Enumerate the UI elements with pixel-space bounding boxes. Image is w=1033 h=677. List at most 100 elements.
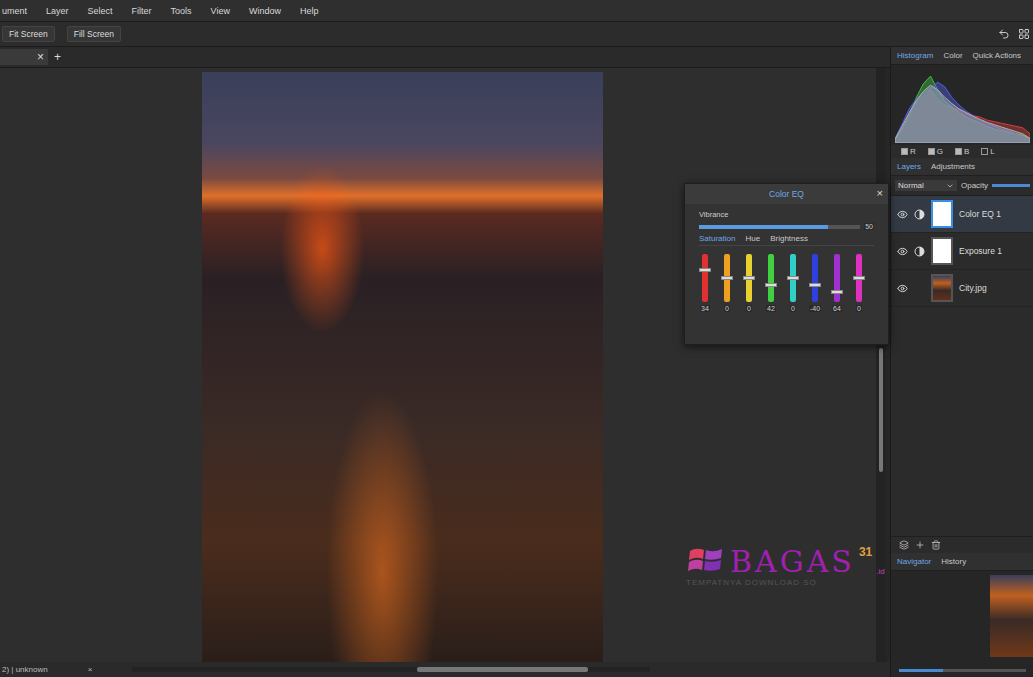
vertical-scrollbar[interactable]	[876, 68, 886, 662]
menu-item[interactable]: View	[211, 6, 230, 16]
vibrance-value[interactable]: 50	[864, 223, 874, 230]
navigator-tabs: Navigator History	[891, 553, 1033, 571]
mode-tab[interactable]: Brightness	[770, 234, 808, 243]
flag-logo-icon	[686, 545, 726, 575]
layer-name: City.jpg	[959, 283, 987, 293]
toolbar-button[interactable]: Fit Screen	[2, 26, 55, 42]
menu-item[interactable]: Help	[300, 6, 319, 16]
adjustment-icon	[914, 209, 925, 220]
layer-row[interactable]: Color EQ 1	[891, 196, 1033, 233]
document-tab[interactable]: ×	[0, 49, 48, 65]
navigator-thumbnail[interactable]	[990, 575, 1033, 657]
status-bar: 2) | unknown ×	[0, 662, 890, 677]
eye-icon[interactable]	[897, 209, 908, 220]
opacity-slider[interactable]	[992, 184, 1030, 187]
eq-sliders: 34 0 0 42 0 -40 64 0	[699, 250, 874, 312]
eq-slider[interactable]: 0	[853, 254, 865, 312]
right-panel: Histogram Color Quick Actions R G B L Layers Adj…	[890, 47, 1033, 677]
status-close[interactable]: ×	[88, 665, 93, 674]
vibrance-slider[interactable]	[699, 225, 860, 229]
close-button[interactable]: ×	[877, 187, 883, 199]
eq-slider[interactable]: -40	[809, 254, 821, 312]
toolbar: Fit Screen Fill Screen	[0, 22, 1033, 47]
status-text: 2) | unknown	[2, 665, 48, 674]
eq-value[interactable]: -40	[809, 305, 821, 312]
grid-icon[interactable]	[1018, 28, 1030, 40]
layer-tabs: Layers Adjustments	[891, 158, 1033, 176]
channel-checkbox[interactable]: G	[928, 147, 943, 156]
layer-thumbnail	[931, 274, 953, 302]
menu-item[interactable]: Window	[249, 6, 281, 16]
channel-checkbox[interactable]: R	[901, 147, 916, 156]
color-eq-panel: Color EQ×Vibrance50SaturationHueBrightne…	[684, 183, 889, 345]
layer-name: Exposure 1	[959, 246, 1002, 256]
channel-checks: RGBL	[891, 145, 1033, 158]
trash-icon[interactable]	[931, 540, 941, 550]
eq-value[interactable]: 0	[724, 305, 730, 312]
histogram-tabs: Histogram Color Quick Actions	[891, 47, 1033, 65]
panel-tab[interactable]: Color	[943, 51, 962, 60]
layer-thumbnail	[931, 200, 953, 228]
eq-slider[interactable]: 34	[699, 254, 711, 312]
eq-slider[interactable]: 0	[721, 254, 733, 312]
eq-value[interactable]: 0	[790, 305, 796, 312]
menu-item[interactable]: ument	[2, 6, 27, 16]
opacity-label: Opacity	[961, 181, 988, 190]
mode-tab[interactable]: Hue	[745, 234, 760, 243]
horizontal-scrollbar[interactable]	[132, 667, 650, 672]
menu-item[interactable]: Tools	[171, 6, 192, 16]
document-tabs: ×+	[0, 47, 890, 68]
panel-tab[interactable]: Navigator	[897, 557, 931, 566]
panel-tab[interactable]: Quick Actions	[973, 51, 1021, 60]
mode-tabs: Saturation Hue Brightness	[699, 234, 874, 246]
watermark-tagline: TEMPATNYA DOWNLOAD SO	[686, 578, 885, 587]
eq-slider[interactable]: 0	[787, 254, 799, 312]
watermark: BAGAS 31 .id TEMPATNYA DOWNLOAD SO	[686, 545, 885, 587]
zoom-slider[interactable]	[899, 669, 1026, 672]
menu-item[interactable]: Select	[88, 6, 113, 16]
histogram-series	[895, 85, 1030, 143]
layers-icon[interactable]	[899, 540, 909, 550]
eye-icon[interactable]	[897, 283, 908, 294]
app-window: ument Layer Select Filter Tools View Window Hel…	[0, 0, 1033, 677]
histogram-series	[895, 82, 1030, 143]
panel-tab[interactable]: History	[941, 557, 966, 566]
photo	[202, 72, 603, 662]
watermark-brand: BAGAS	[730, 545, 855, 578]
layer-thumbnail	[931, 237, 953, 265]
eq-value[interactable]: 0	[856, 305, 862, 312]
watermark-number: 31	[859, 545, 872, 559]
eq-value[interactable]: 42	[766, 305, 776, 312]
mode-tab[interactable]: Saturation	[699, 234, 735, 243]
eq-value[interactable]: 34	[700, 305, 710, 312]
layer-row[interactable]: City.jpg	[891, 270, 1033, 307]
panel-title[interactable]: Color EQ×	[685, 184, 888, 204]
menu-item[interactable]: Filter	[132, 6, 152, 16]
menu-bar: ument Layer Select Filter Tools View Window Hel…	[0, 0, 1033, 22]
layer-row[interactable]: Exposure 1	[891, 233, 1033, 270]
plus-icon[interactable]	[915, 540, 925, 550]
channel-checkbox[interactable]: B	[955, 147, 969, 156]
layer-list: Color EQ 1 Exposure 1 City.jpg	[891, 196, 1033, 536]
eq-value[interactable]: 0	[746, 305, 752, 312]
panel-tab[interactable]: Adjustments	[931, 162, 975, 171]
close-tab-button[interactable]: ×	[37, 50, 44, 64]
channel-checkbox[interactable]: L	[981, 147, 994, 156]
layer-buttons	[891, 536, 1033, 553]
panel-tab[interactable]: Layers	[897, 162, 921, 171]
blend-mode-select[interactable]: Normal	[895, 180, 957, 191]
watermark-domain: .id	[876, 567, 884, 576]
undo-icon[interactable]	[998, 28, 1010, 40]
adjustment-icon	[914, 246, 925, 257]
histogram-series	[895, 76, 1030, 143]
eq-slider[interactable]: 0	[743, 254, 755, 312]
toolbar-button[interactable]: Fill Screen	[67, 26, 121, 42]
eq-value[interactable]: 64	[832, 305, 842, 312]
panel-tab[interactable]: Histogram	[897, 51, 933, 60]
histogram-chart	[895, 67, 1030, 143]
eye-icon[interactable]	[897, 246, 908, 257]
eq-slider[interactable]: 42	[765, 254, 777, 312]
add-tab-button[interactable]: +	[54, 50, 61, 64]
eq-slider[interactable]: 64	[831, 254, 843, 312]
menu-item[interactable]: Layer	[46, 6, 69, 16]
